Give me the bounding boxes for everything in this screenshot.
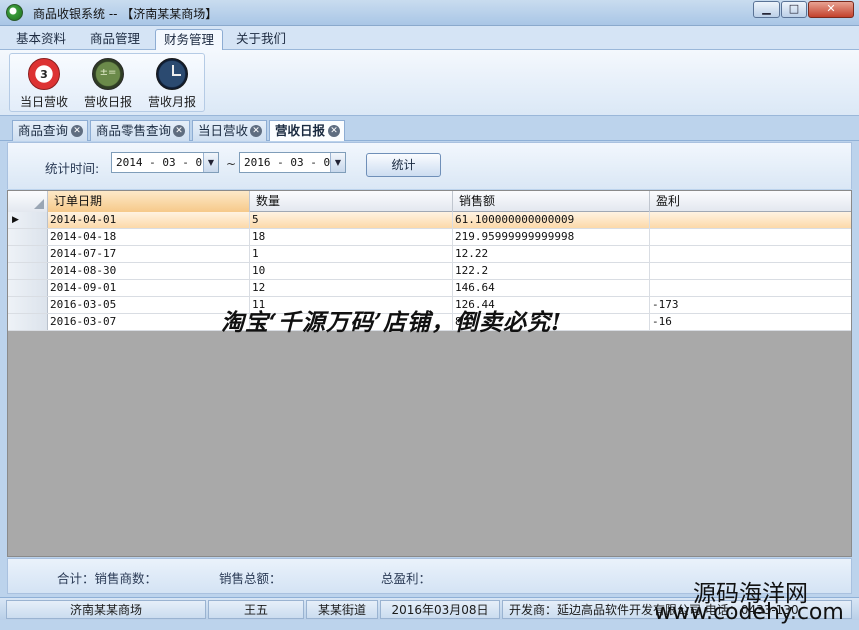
revenue-monthly-report-label: 营收月报 (147, 95, 196, 109)
clock-icon (156, 58, 188, 90)
doc-tab-revenue-daily-report[interactable]: 营收日报 ✕ (269, 120, 345, 141)
cell-sales[interactable]: 61.100000000000009 (453, 212, 650, 228)
cell-quantity[interactable]: 1 (250, 246, 453, 262)
menu-tab-product-management[interactable]: 商品管理 (82, 29, 148, 50)
menu-tab-finance-management[interactable]: 财务管理 (155, 29, 224, 50)
status-street: 某某街道 (306, 600, 378, 619)
cell-quantity[interactable]: 5 (250, 212, 453, 228)
cell-order-date[interactable]: 2016-03-07 (48, 314, 250, 330)
cell-profit[interactable]: -16 (650, 314, 851, 330)
cell-quantity[interactable]: 10 (250, 263, 453, 279)
cell-order-date[interactable]: 2014-08-30 (48, 263, 250, 279)
close-icon[interactable]: ✕ (71, 125, 83, 137)
column-header-quantity[interactable]: 数量 (250, 191, 453, 212)
revenue-daily-report-label: 营收日报 (83, 95, 132, 109)
row-selector[interactable] (8, 246, 48, 262)
status-user: 王五 (208, 600, 304, 619)
filter-panel: 统计时间: 2014 - 03 - 01 ▼ ~ 2016 - 03 - 08 … (7, 142, 852, 189)
minimize-button[interactable]: ▁ (753, 1, 780, 18)
doc-tab-label: 商品查询 (18, 123, 69, 138)
chevron-down-icon[interactable]: ▼ (330, 153, 345, 172)
column-header-sales[interactable]: 销售额 (453, 191, 650, 212)
table-row[interactable]: ▶ 2014-04-01 5 61.100000000000009 (8, 212, 851, 229)
daily-revenue-button[interactable]: 3 当日营收 (12, 56, 76, 110)
close-icon[interactable]: ✕ (250, 125, 262, 137)
document-tabs: 商品查询 ✕ 商品零售查询 ✕ 当日营收 ✕ 营收日报 ✕ (0, 116, 859, 141)
start-date-value: 2014 - 03 - 01 (116, 156, 209, 169)
table-row[interactable]: 2014-04-18 18 219.95999999999998 (8, 229, 851, 246)
total-sales-label: 销售总额： (219, 571, 282, 586)
cell-profit[interactable] (650, 263, 851, 279)
doc-tab-retail-query[interactable]: 商品零售查询 ✕ (90, 120, 190, 141)
doc-tab-label: 营收日报 (275, 123, 326, 138)
grid-header: 订单日期 数量 销售额 盈利 (8, 191, 851, 212)
row-selector[interactable] (8, 280, 48, 296)
select-all-corner[interactable] (8, 191, 48, 212)
revenue-monthly-report-button[interactable]: 营收月报 (140, 56, 204, 110)
watermark-site-url: www.codehy.com (654, 600, 844, 625)
cell-quantity[interactable]: 12 (250, 280, 453, 296)
close-icon[interactable]: ✕ (173, 125, 185, 137)
total-profit-label: 总盈利： (381, 571, 432, 586)
cell-order-date[interactable]: 2014-04-18 (48, 229, 250, 245)
row-selector[interactable] (8, 229, 48, 245)
app-logo-icon (6, 4, 23, 21)
ribbon-group-finance: 3 当日营收 ±= 营收日报 营收月报 (9, 53, 205, 112)
cell-profit[interactable]: -173 (650, 297, 851, 313)
stat-time-label: 统计时间: (45, 161, 100, 176)
doc-tab-daily-revenue[interactable]: 当日营收 ✕ (192, 120, 267, 141)
cell-sales[interactable]: 122.2 (453, 263, 650, 279)
column-header-profit[interactable]: 盈利 (650, 191, 851, 212)
item-count-label: 合计：销售商数： (57, 571, 158, 586)
maximize-button[interactable]: □ (781, 1, 807, 18)
date-separator: ~ (226, 157, 237, 171)
calculator-icon: ±= (92, 58, 124, 90)
revenue-daily-report-button[interactable]: ±= 营收日报 (76, 56, 140, 110)
cell-order-date[interactable]: 2014-09-01 (48, 280, 250, 296)
ribbon-toolbar: 3 当日营收 ±= 营收日报 营收月报 (0, 50, 859, 116)
daily-revenue-label: 当日营收 (19, 95, 68, 109)
cell-order-date[interactable]: 2016-03-05 (48, 297, 250, 313)
menu-tab-basic-data[interactable]: 基本资料 (8, 29, 74, 50)
table-row[interactable]: 2014-08-30 10 122.2 (8, 263, 851, 280)
cell-profit[interactable] (650, 280, 851, 296)
end-date-picker[interactable]: 2016 - 03 - 08 ▼ (239, 152, 346, 173)
close-button[interactable]: ✕ (808, 1, 854, 18)
end-date-value: 2016 - 03 - 08 (244, 156, 337, 169)
revenue-grid[interactable]: 订单日期 数量 销售额 盈利 ▶ 2014-04-01 5 61.1000000… (7, 190, 852, 557)
cell-sales[interactable]: 12.22 (453, 246, 650, 262)
column-header-order-date[interactable]: 订单日期 (48, 191, 250, 212)
watermark-overlay-text: 淘宝‘千源万码’店铺，倒卖必究! (221, 309, 563, 336)
cell-sales[interactable]: 219.95999999999998 (453, 229, 650, 245)
title-bar: 商品收银系统 -- 【济南某某商场】 ▁ □ ✕ (0, 0, 859, 26)
status-store: 济南某某商场 (6, 600, 206, 619)
table-row[interactable]: 2014-07-17 1 12.22 (8, 246, 851, 263)
status-date: 2016年03月08日 (380, 600, 500, 619)
chevron-down-icon[interactable]: ▼ (203, 153, 218, 172)
calendar-icon: 3 (28, 58, 60, 90)
close-icon[interactable]: ✕ (328, 125, 340, 137)
doc-tab-label: 当日营收 (198, 123, 249, 138)
cell-order-date[interactable]: 2014-07-17 (48, 246, 250, 262)
cell-sales[interactable]: 146.64 (453, 280, 650, 296)
doc-tab-product-query[interactable]: 商品查询 ✕ (12, 120, 88, 141)
cell-quantity[interactable]: 18 (250, 229, 453, 245)
table-row[interactable]: 2014-09-01 12 146.64 (8, 280, 851, 297)
menu-tab-about-us[interactable]: 关于我们 (228, 29, 294, 50)
row-selector[interactable] (8, 297, 48, 313)
start-date-picker[interactable]: 2014 - 03 - 01 ▼ (111, 152, 219, 173)
doc-tab-label: 商品零售查询 (96, 123, 172, 138)
row-selector[interactable] (8, 314, 48, 330)
cell-order-date[interactable]: 2014-04-01 (48, 212, 250, 228)
statistics-button[interactable]: 统计 (366, 153, 441, 177)
row-selector[interactable] (8, 263, 48, 279)
cell-profit[interactable] (650, 229, 851, 245)
row-selector-icon[interactable]: ▶ (8, 212, 48, 228)
window-title: 商品收银系统 -- 【济南某某商场】 (33, 7, 218, 21)
cell-profit[interactable] (650, 246, 851, 262)
cell-profit[interactable] (650, 212, 851, 228)
menu-bar: 基本资料 商品管理 财务管理 关于我们 (0, 26, 859, 50)
